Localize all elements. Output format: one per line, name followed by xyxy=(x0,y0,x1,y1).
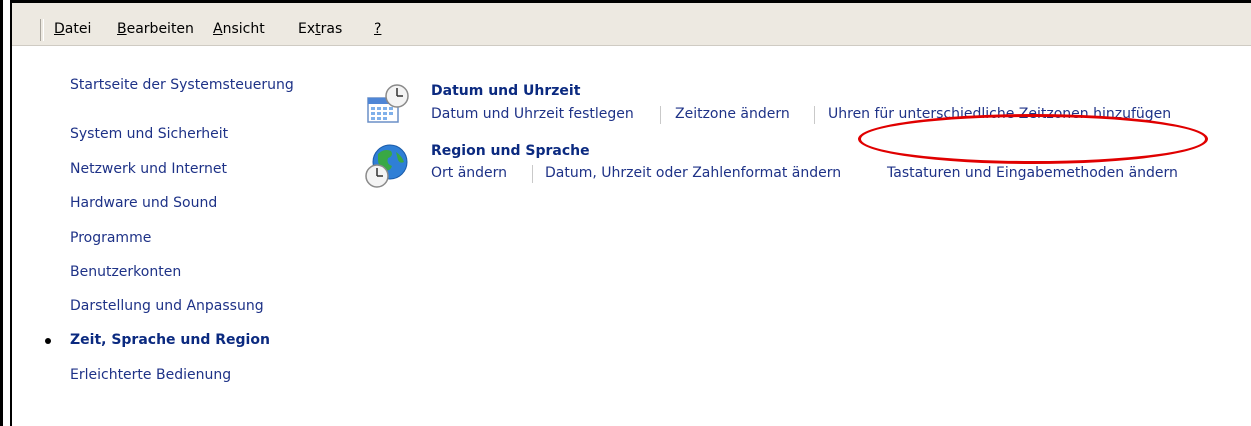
task-change-keyboards-input-methods[interactable]: Tastaturen und Eingabemethoden ändern xyxy=(887,165,1178,181)
menu-ansicht[interactable]: Ansicht xyxy=(213,21,265,37)
control-panel-content: Startseite der Systemsteuerung System un… xyxy=(12,46,1251,426)
highlight-ellipse xyxy=(858,114,1208,164)
task-change-location[interactable]: Ort ändern xyxy=(431,165,507,181)
sidebar-item-ease-of-access[interactable]: Erleichterte Bedienung xyxy=(70,367,231,383)
sidebar-item-time-language-region: Zeit, Sprache und Region xyxy=(70,332,270,348)
menu-bar: Datei Bearbeiten Ansicht Extras ? xyxy=(12,3,1251,46)
menu-help[interactable]: ? xyxy=(374,21,381,37)
menu-bearbeiten[interactable]: Bearbeiten xyxy=(117,21,194,37)
category-title-region-language[interactable]: Region und Sprache xyxy=(431,143,590,159)
sidebar-item-system-security[interactable]: System und Sicherheit xyxy=(70,126,228,142)
menu-extras[interactable]: Extras xyxy=(298,21,342,37)
active-bullet xyxy=(45,338,51,344)
sidebar-item-user-accounts[interactable]: Benutzerkonten xyxy=(70,264,181,280)
task-separator xyxy=(660,106,661,124)
calendar-clock-icon[interactable] xyxy=(364,82,410,126)
sidebar-item-network[interactable]: Netzwerk und Internet xyxy=(70,161,227,177)
sidebar-item-appearance[interactable]: Darstellung und Anpassung xyxy=(70,298,264,314)
task-separator xyxy=(814,106,815,124)
window-frame-left xyxy=(0,0,3,426)
menu-datei[interactable]: Datei xyxy=(54,21,91,37)
menubar-grip[interactable] xyxy=(40,19,44,41)
task-change-date-number-format[interactable]: Datum, Uhrzeit oder Zahlenformat ändern xyxy=(545,165,841,181)
sidebar-home-link[interactable]: Startseite der Systemsteuerung xyxy=(70,77,294,93)
globe-clock-icon[interactable] xyxy=(364,142,410,190)
task-change-timezone[interactable]: Zeitzone ändern xyxy=(675,106,790,122)
category-title-date-time[interactable]: Datum und Uhrzeit xyxy=(431,83,580,99)
sidebar-item-hardware-sound[interactable]: Hardware und Sound xyxy=(70,195,217,211)
task-separator xyxy=(532,165,533,183)
sidebar-item-programs[interactable]: Programme xyxy=(70,230,151,246)
task-set-date-time[interactable]: Datum und Uhrzeit festlegen xyxy=(431,106,634,122)
